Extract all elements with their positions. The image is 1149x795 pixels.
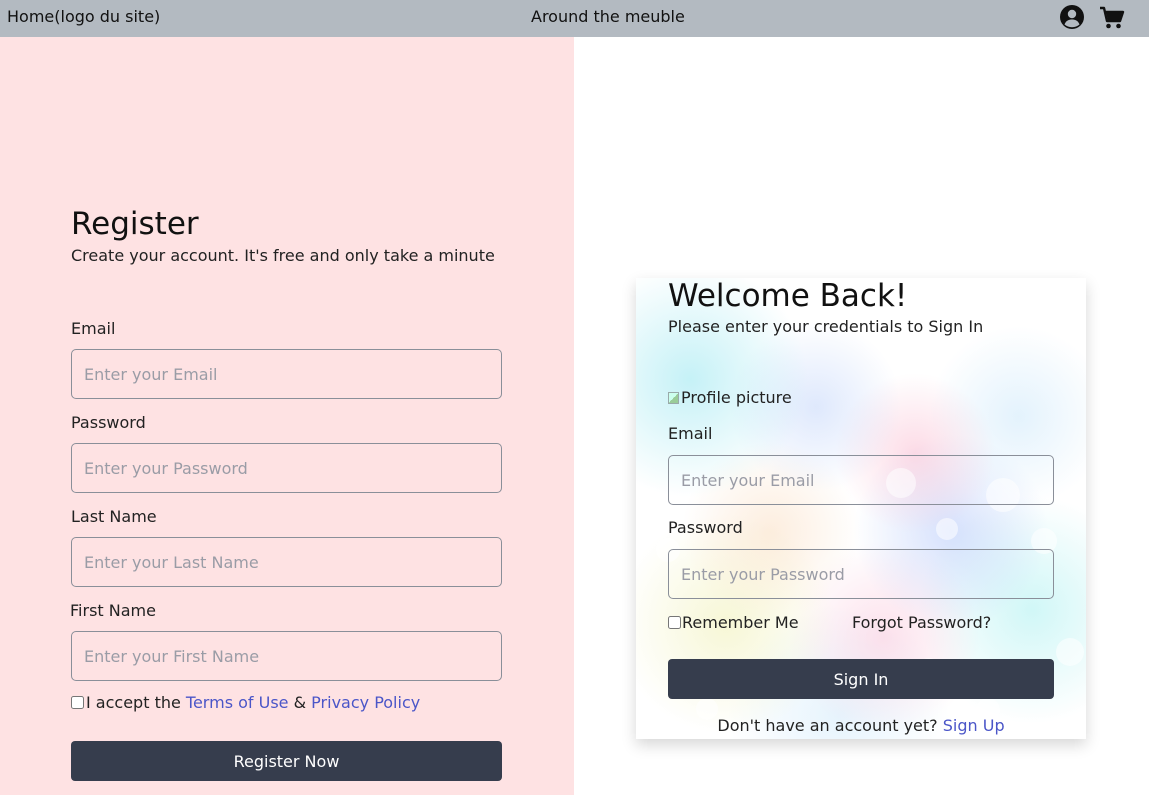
- remember-me-label: Remember Me: [682, 613, 799, 632]
- terms-of-use-link[interactable]: Terms of Use: [186, 693, 289, 712]
- forgot-password-link[interactable]: Forgot Password?: [852, 613, 991, 632]
- profile-picture-alt: Profile picture: [681, 388, 792, 407]
- signup-prompt-text: Don't have an account yet?: [717, 716, 943, 735]
- terms-prefix-text: I accept the: [86, 693, 186, 712]
- signin-password-label: Password: [668, 518, 743, 537]
- profile-picture: Profile picture: [668, 388, 792, 407]
- register-password-input[interactable]: [71, 443, 502, 493]
- register-lastname-input[interactable]: [71, 537, 502, 587]
- home-logo-link[interactable]: Home(logo du site): [7, 7, 160, 26]
- signup-prompt: Don't have an account yet? Sign Up: [636, 716, 1086, 735]
- signin-subtitle: Please enter your credentials to Sign In: [668, 317, 984, 336]
- register-panel: Register Create your account. It's free …: [0, 37, 574, 795]
- signin-email-label: Email: [668, 424, 713, 443]
- privacy-policy-link[interactable]: Privacy Policy: [311, 693, 420, 712]
- sign-up-link[interactable]: Sign Up: [943, 716, 1005, 735]
- terms-and-text: &: [288, 693, 312, 712]
- register-password-label: Password: [71, 413, 146, 432]
- remember-me-checkbox[interactable]: [668, 616, 681, 629]
- signin-title: Welcome Back!: [668, 278, 908, 314]
- sign-in-button[interactable]: Sign In: [668, 659, 1054, 699]
- signin-card: Welcome Back! Please enter your credenti…: [636, 278, 1086, 739]
- broken-image-icon: [668, 391, 679, 404]
- register-lastname-label: Last Name: [71, 507, 157, 526]
- register-now-button[interactable]: Register Now: [71, 741, 502, 781]
- shopping-cart-icon[interactable]: [1099, 5, 1125, 31]
- user-circle-icon[interactable]: [1060, 5, 1084, 29]
- signin-password-input[interactable]: [668, 549, 1054, 599]
- top-nav: Home(logo du site) Around the meuble: [0, 0, 1149, 37]
- accept-terms-checkbox[interactable]: [71, 696, 84, 709]
- register-firstname-label: First Name: [70, 601, 156, 620]
- terms-row: I accept the Terms of Use & Privacy Poli…: [71, 693, 420, 712]
- register-firstname-input[interactable]: [71, 631, 502, 681]
- register-subtitle: Create your account. It's free and only …: [71, 246, 495, 265]
- register-email-input[interactable]: [71, 349, 502, 399]
- signin-email-input[interactable]: [668, 455, 1054, 505]
- remember-me-row: Remember Me: [668, 613, 799, 632]
- register-email-label: Email: [71, 319, 116, 338]
- register-title: Register: [71, 206, 199, 242]
- site-title: Around the meuble: [531, 7, 685, 26]
